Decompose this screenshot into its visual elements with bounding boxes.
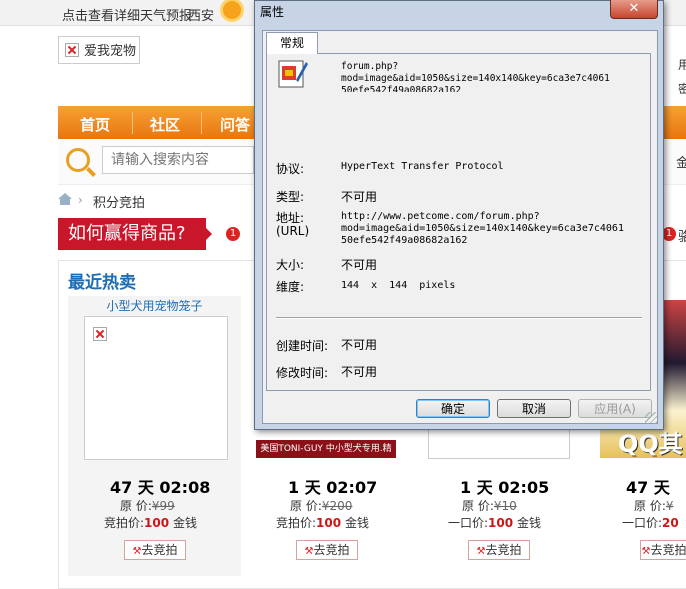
dimensions-label: 维度:	[276, 280, 305, 294]
city-label: 西安	[188, 9, 215, 24]
bid-price-value: 20	[662, 516, 679, 530]
nav-item-community[interactable]: 社区	[150, 114, 180, 135]
protocol-value: HyperText Transfer Protocol	[341, 161, 504, 172]
apply-button[interactable]: 应用(A)	[578, 399, 652, 418]
logo-alt-text: 爱我宠物	[84, 44, 137, 59]
type-value: 不可用	[341, 190, 378, 204]
bid-price-label: 一口价:	[622, 516, 663, 530]
size-label: 大小:	[276, 258, 305, 272]
bid-price-label: 一口价:	[448, 516, 489, 530]
original-price-value: ¥	[665, 499, 674, 513]
bid-button[interactable]: ⚒去竞拍	[468, 540, 530, 560]
nav-divider	[132, 112, 133, 134]
type-label: 类型:	[276, 190, 305, 204]
cancel-button[interactable]: 取消	[497, 399, 571, 418]
address-value: http://www.petcome.com/forum.php? mod=im…	[341, 211, 624, 246]
countdown-time: 47 天 02:08	[110, 478, 211, 497]
original-price-value: ¥200	[321, 499, 353, 513]
broken-image-icon	[65, 43, 79, 57]
bid-button[interactable]: ⚒去竞拍	[640, 540, 686, 560]
bid-price: 一口价:20	[622, 514, 679, 531]
home-icon[interactable]	[58, 193, 72, 205]
bid-button[interactable]: ⚒去竞拍	[124, 540, 186, 560]
file-name: forum.php? mod=image&aid=1050&size=140x1…	[341, 61, 610, 92]
step-label: 骆	[678, 230, 686, 245]
product-name-link[interactable]: 小型犬用宠物笼子	[68, 297, 241, 314]
original-price-value: ¥10	[493, 499, 517, 513]
bid-price-label: 竞拍价:	[104, 516, 145, 530]
original-price-value: ¥99	[151, 499, 175, 513]
countdown-time: 1 天 02:07	[288, 478, 378, 497]
search-right-fragment: 金	[676, 156, 686, 171]
bid-button[interactable]: ⚒去竞拍	[296, 540, 358, 560]
breadcrumb-separator: ›	[78, 193, 83, 207]
close-button[interactable]: ✕	[610, 0, 658, 19]
bid-price-unit: 金钱	[344, 516, 369, 530]
step-number-badge: 1	[226, 227, 240, 241]
bid-button-label: 去竞拍	[485, 543, 522, 557]
nav-divider	[201, 112, 202, 134]
address-label: 地址: (URL)	[276, 211, 310, 238]
original-price-label: 原 价:	[634, 499, 666, 513]
original-price-label: 原 价:	[290, 499, 322, 513]
original-price: 原 价:¥99	[120, 497, 175, 514]
breadcrumb[interactable]: 积分竞拍	[93, 192, 145, 211]
dimensions-value: 144 x 144 pixels	[341, 280, 456, 291]
bid-button-label: 去竞拍	[141, 543, 178, 557]
search-input[interactable]	[102, 146, 254, 174]
bid-price-value: 100	[488, 516, 514, 530]
right-edge-text: 用	[678, 58, 686, 72]
step-number-badge: 1	[662, 227, 676, 241]
broken-image-icon	[93, 327, 107, 341]
product-image[interactable]	[84, 316, 228, 460]
bid-price-label: 竞拍价:	[276, 516, 317, 530]
right-edge-text: 密	[678, 82, 686, 96]
banner-arrow	[204, 226, 212, 242]
bid-button-label: 去竞拍	[313, 543, 350, 557]
countdown-time: 1 天 02:05	[460, 478, 550, 497]
protocol-label: 协议:	[276, 162, 305, 176]
bid-button-label: 去竞拍	[650, 543, 686, 557]
divider	[276, 317, 642, 319]
ok-button[interactable]: 确定	[416, 399, 490, 418]
bid-price: 竞拍价:100 金钱	[104, 514, 197, 531]
modified-value: 不可用	[341, 365, 378, 379]
bid-price-unit: 金钱	[172, 516, 197, 530]
original-price: 原 价:¥200	[290, 497, 352, 514]
sun-weather-icon	[223, 1, 241, 19]
created-value: 不可用	[341, 338, 378, 352]
created-label: 创建时间:	[276, 339, 329, 353]
nav-item-home[interactable]: 首页	[80, 114, 110, 135]
bid-price-unit: 金钱	[516, 516, 541, 530]
howto-banner: 如何赢得商品?	[58, 218, 206, 250]
product-image-banner[interactable]: 美国TONI-GUY 中小型犬专用.精美套装	[256, 440, 396, 472]
original-price: 原 价:¥10	[462, 497, 517, 514]
image-file-icon	[278, 60, 308, 88]
dialog-title: 属性	[260, 5, 285, 19]
bid-price-value: 100	[316, 516, 342, 530]
original-price-label: 原 价:	[120, 499, 152, 513]
bid-price: 一口价:100 金钱	[448, 514, 541, 531]
size-value: 不可用	[341, 258, 378, 272]
bid-price-value: 100	[144, 516, 170, 530]
original-price: 原 价:¥	[634, 497, 674, 514]
original-price-label: 原 价:	[462, 499, 494, 513]
resize-grip-icon[interactable]	[645, 412, 657, 424]
section-title: 最近热卖	[68, 273, 136, 293]
bid-price: 竞拍价:100 金钱	[276, 514, 369, 531]
tab-general[interactable]: 常规	[266, 32, 318, 54]
modified-label: 修改时间:	[276, 366, 329, 380]
countdown-time: 47 天	[626, 478, 670, 497]
weather-forecast-link[interactable]: 点击查看详细天气预报	[62, 5, 192, 24]
nav-item-qa[interactable]: 问答	[220, 114, 250, 135]
